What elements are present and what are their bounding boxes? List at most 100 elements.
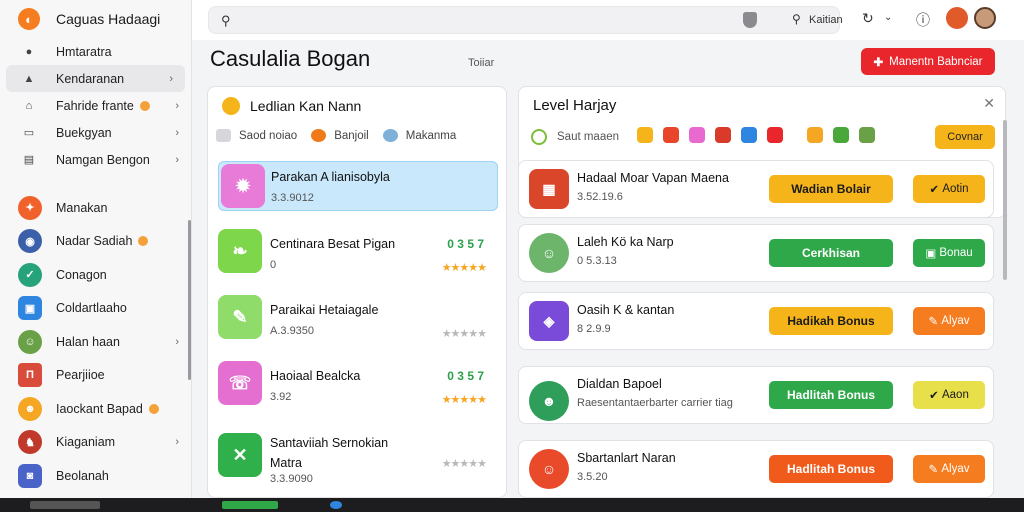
sidebar-item-hmtaratra[interactable]: ● Hmtaratra (0, 38, 191, 65)
sidebar-app-label: Pearjiioe (56, 368, 105, 383)
sidebar-app-halan-haan[interactable]: ☺ Halan haan › (0, 325, 191, 359)
gift-icon: ▣ (925, 248, 940, 260)
action-button[interactable]: ✎ Alyav (913, 455, 985, 483)
game-list-item[interactable]: ✹ Parakan A lianisobyla 3.3.9012 (218, 161, 498, 211)
game-list-item[interactable]: ❧ Centinara Besat Pigan 0 0 3 5 7 ★★★★★ (218, 229, 498, 279)
chevron-down-icon[interactable]: ⌄ (884, 12, 892, 23)
game-rank: 0 3 5 7 (447, 237, 484, 251)
brand[interactable]: ◐ Caguas Hadaagi (0, 0, 191, 38)
badge-icon (311, 129, 327, 142)
primary-action-label: Manentn Babnciar (889, 55, 983, 68)
smile-icon: ☻ (18, 396, 42, 421)
filter-chip[interactable]: Banjoil (311, 129, 369, 142)
filter-chip[interactable]: Saod noiao (216, 129, 297, 142)
promo-sub: 0 5.3.13 (577, 255, 617, 267)
sidebar-app-conagon[interactable]: ✓ Conagon (0, 258, 191, 292)
star-rating: ★★★★★ (441, 262, 487, 274)
sidebar-app-beolanah[interactable]: ◙ Beolanah (0, 459, 191, 493)
sidebar-item-namgan[interactable]: ▤ Namgan Bengon › (0, 146, 191, 173)
action-button[interactable]: ▣ Bonau (913, 239, 985, 267)
sidebar-app-label: Beolanah (56, 468, 109, 483)
character-icon[interactable] (689, 127, 705, 143)
home-icon: ● (25, 45, 33, 58)
notification-character-icon[interactable] (946, 7, 968, 29)
filter-chip[interactable]: Makanma (382, 129, 457, 142)
book-icon: ▭ (23, 127, 35, 139)
sidebar-scrollbar[interactable] (188, 220, 191, 380)
close-icon[interactable]: ✕ (983, 95, 995, 112)
game-list-item[interactable]: ✎ Paraikai Hetaiagale A.3.9350 ★★★★★ (218, 295, 498, 345)
promo-row[interactable]: ◈ Oasih K & kantan 8 2.9.9 Hadikah Bonus… (518, 292, 994, 350)
promo-row[interactable]: ☺ Sbartanlart Naran 3.5.20 Hadlitah Bonu… (518, 440, 994, 498)
bonus-button[interactable]: Cerkhisan (769, 239, 893, 267)
game-title: Parakan A lianisobyla (271, 170, 390, 184)
star-rating: ★★★★★ (441, 458, 487, 470)
search-input[interactable] (243, 12, 723, 30)
bonus-button[interactable]: Hadlitah Bonus (769, 455, 893, 483)
compass-icon: ✓ (18, 262, 42, 287)
character-icon[interactable] (807, 127, 823, 143)
promo-row[interactable]: ▦ Hadaal Moar Vapan Maena 3.52.19.6 Wadi… (518, 160, 994, 218)
primary-action-button[interactable]: ✚ Manentn Babnciar (861, 48, 995, 75)
character-icon[interactable] (767, 127, 783, 143)
check-icon: ✔ (929, 184, 943, 196)
info-icon[interactable]: ⓘ (916, 10, 930, 30)
game-thumbnail-icon: ✹ (221, 164, 265, 208)
character-icon[interactable] (663, 127, 679, 143)
content-scrollbar[interactable] (1003, 120, 1007, 280)
action-label: Alyav (941, 463, 970, 475)
sidebar-app-manakan[interactable]: ✦ Manakan (0, 191, 191, 225)
game-thumbnail-icon: ◈ (529, 301, 569, 341)
sidebar-app-nadar-sadiah[interactable]: ◉ Nadar Sadiah (0, 225, 191, 259)
action-button[interactable]: ✎ Alyav (913, 307, 985, 335)
character-icon[interactable] (741, 127, 757, 143)
sidebar-app-iaockant[interactable]: ☻ Iaockant Bapad (0, 392, 191, 426)
sidebar-item-fahride[interactable]: ⌂ Fahride frante › (0, 92, 191, 119)
sidebar-item-kendaranan[interactable]: ▲ Kendaranan › (6, 65, 185, 92)
bonus-button[interactable]: Wadian Bolair (769, 175, 893, 203)
taskbar-item[interactable] (222, 501, 278, 509)
character-icon[interactable] (859, 127, 875, 143)
character-icon[interactable] (637, 127, 653, 143)
game-list-item[interactable]: ☏ Haoiaal Bealcka 3.92 0 3 5 7 ★★★★★ (218, 361, 498, 411)
refresh-icon[interactable]: ↻ (862, 10, 874, 27)
notification-badge (148, 403, 159, 414)
sidebar-app-pearjiioe[interactable]: Π Pearjiioe (0, 359, 191, 393)
check-icon: ✔ (929, 390, 942, 402)
chevron-right-icon: › (175, 126, 179, 139)
filter-label: Makanma (405, 129, 457, 142)
sidebar-app-coldartlaaho[interactable]: ▣ Coldartlaaho (0, 292, 191, 326)
sort-button[interactable]: Covnar (935, 125, 995, 149)
avatar: ☻ (529, 381, 569, 421)
action-label: Aaon (941, 389, 969, 401)
character-icon[interactable] (833, 127, 849, 143)
filter-label: Saut maaen (557, 131, 620, 143)
game-list-item[interactable]: ✕ Santaviiah Sernokian Matra 3.3.9090 ★★… (218, 433, 498, 485)
taskbar-item[interactable] (330, 501, 342, 509)
game-price: 3.92 (270, 391, 292, 403)
search-scope-label[interactable]: Kaitian (809, 14, 843, 26)
bonus-button[interactable]: Hadikah Bonus (769, 307, 893, 335)
promo-row[interactable]: ☻ Dialdan Bapoel Raesentantaerbarter car… (518, 366, 994, 424)
promo-title: Dialdan Bapoel (577, 377, 662, 391)
shield-icon[interactable] (743, 12, 757, 28)
globe-icon (382, 129, 398, 142)
sidebar-item-buekgyan[interactable]: ▭ Buekgyan › (0, 119, 191, 146)
game-thumbnail-icon: ▦ (529, 169, 569, 209)
sidebar-item-label: Kendaranan (56, 71, 125, 86)
page-subtitle: Toiiar (468, 57, 495, 69)
search-bar[interactable]: ⚲ ⚲ Kaitian (208, 6, 843, 34)
filter-chip[interactable]: Saut maaen (531, 129, 619, 145)
action-button[interactable]: ✔ Aotin (913, 175, 985, 203)
star-rating: ★★★★★ (441, 394, 487, 406)
sidebar-app-label: Conagon (56, 267, 107, 282)
chat-icon: ☏ (218, 361, 262, 405)
promo-row[interactable]: ☺ Laleh Kö ka Narp 0 5.3.13 Cerkhisan ▣ … (518, 224, 994, 282)
avatar[interactable] (974, 7, 996, 29)
action-button[interactable]: ✔ Aaon (913, 381, 985, 409)
sidebar-app-kiaganiam[interactable]: ♞ Kiaganiam › (0, 426, 191, 460)
bonus-button[interactable]: Hadlitah Bonus (769, 381, 893, 409)
taskbar-item[interactable] (30, 501, 100, 509)
character-icon[interactable] (715, 127, 731, 143)
game-price: 0 (270, 259, 277, 271)
